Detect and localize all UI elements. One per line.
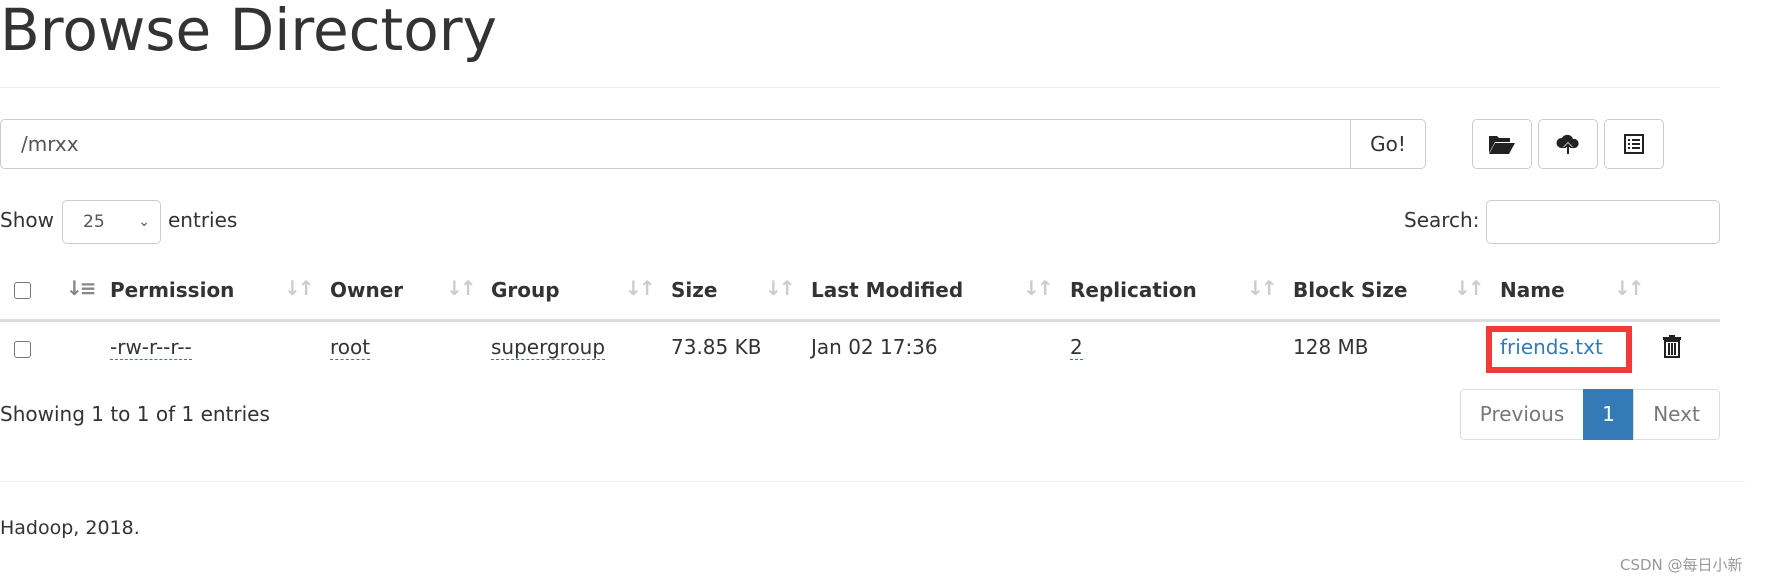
sort-icon[interactable]: ↓↑ (284, 276, 314, 300)
page-title: Browse Directory (0, 0, 497, 64)
col-owner[interactable]: Owner (330, 278, 403, 302)
sort-icon[interactable]: ↓↑ (625, 276, 655, 300)
create-directory-button[interactable] (1472, 119, 1532, 169)
page-1-button[interactable]: 1 (1583, 389, 1634, 440)
sort-icon[interactable]: ↓↑ (1023, 276, 1053, 300)
search-input[interactable] (1486, 200, 1720, 244)
owner-cell[interactable]: root (330, 335, 371, 360)
size-cell: 73.85 KB (671, 335, 762, 359)
col-permission[interactable]: Permission (110, 278, 234, 302)
block-size-cell: 128 MB (1293, 335, 1369, 359)
upload-button[interactable] (1538, 119, 1598, 169)
folder-open-icon (1489, 136, 1515, 154)
header-divider (0, 319, 1720, 322)
search-label: Search: (1404, 208, 1480, 232)
col-name[interactable]: Name (1500, 278, 1565, 302)
footer-text: Hadoop, 2018. (0, 517, 140, 539)
show-label: Show (0, 208, 54, 232)
watermark: CSDN @每日小新 (1620, 556, 1743, 574)
col-group[interactable]: Group (491, 278, 560, 302)
row-checkbox[interactable] (14, 341, 31, 358)
entries-select[interactable]: 25 ⌄ (62, 200, 161, 244)
modified-cell: Jan 02 17:36 (811, 335, 938, 359)
col-last-modified[interactable]: Last Modified (811, 278, 963, 302)
col-block-size[interactable]: Block Size (1293, 278, 1407, 302)
directory-path-input[interactable]: /mrxx (0, 119, 1351, 169)
sort-icon[interactable]: ↓↑ (446, 276, 476, 300)
next-button[interactable]: Next (1633, 389, 1720, 440)
file-name-link[interactable]: friends.txt (1500, 335, 1603, 359)
sort-icon[interactable]: ↓↑ (1614, 276, 1644, 300)
previous-button[interactable]: Previous (1460, 389, 1584, 440)
sort-icon[interactable]: ↓↑ (765, 276, 795, 300)
entries-value: 25 (83, 212, 105, 232)
col-size[interactable]: Size (671, 278, 717, 302)
divider (0, 87, 1720, 88)
cloud-upload-icon (1556, 134, 1579, 154)
replication-cell[interactable]: 2 (1070, 335, 1083, 360)
table-info: Showing 1 to 1 of 1 entries (0, 402, 270, 426)
chevron-down-icon: ⌄ (138, 214, 150, 230)
list-alt-icon (1624, 134, 1644, 154)
permission-cell[interactable]: -rw-r--r-- (110, 335, 192, 360)
cut-paste-button[interactable] (1604, 119, 1664, 169)
sort-icon[interactable]: ↓↑ (1454, 276, 1484, 300)
sort-icon[interactable]: ↓↑ (1247, 276, 1277, 300)
select-all-checkbox[interactable] (14, 282, 31, 299)
sort-icon[interactable]: ↓≡ (66, 276, 96, 300)
col-replication[interactable]: Replication (1070, 278, 1197, 302)
group-cell[interactable]: supergroup (491, 335, 606, 360)
go-button[interactable]: Go! (1350, 119, 1426, 169)
footer-divider (0, 481, 1745, 482)
trash-icon[interactable] (1662, 334, 1682, 358)
entries-label: entries (168, 208, 238, 232)
